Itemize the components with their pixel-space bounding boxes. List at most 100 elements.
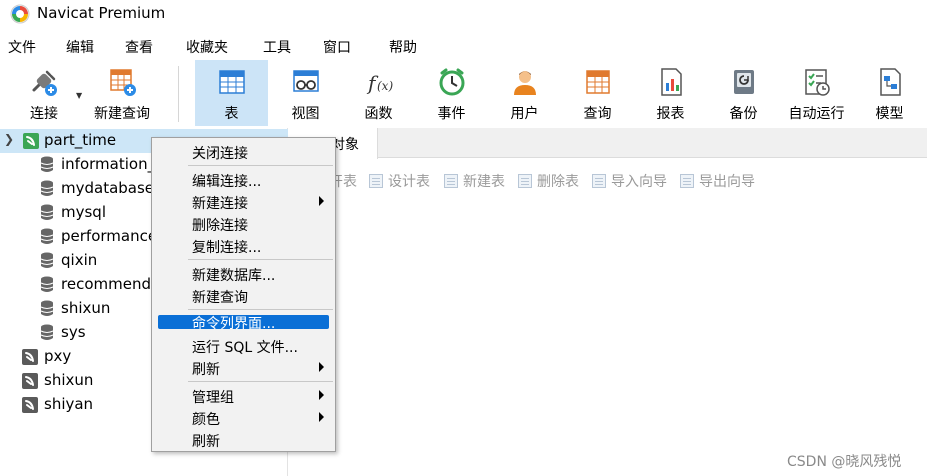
- schedule-label: 自动运行: [788, 106, 845, 122]
- connect-button[interactable]: 连接: [4, 60, 84, 126]
- menu-separator: [188, 259, 333, 260]
- report-button[interactable]: 报表: [634, 60, 707, 126]
- navicat-logo-icon: [10, 4, 30, 24]
- design-table-icon: [369, 174, 383, 188]
- database-icon: [40, 204, 54, 220]
- menu-copy-connection[interactable]: 复制连接...: [152, 235, 335, 257]
- database-name: information_: [61, 155, 156, 173]
- plug-icon: [32, 70, 57, 96]
- submenu-arrow-icon: [319, 362, 324, 372]
- new-table-button[interactable]: 新建表: [444, 171, 505, 191]
- export-wizard-button[interactable]: 导出向导: [680, 171, 755, 191]
- menu-tools[interactable]: 工具: [263, 37, 291, 57]
- database-name: mysql: [61, 203, 106, 221]
- menu-refresh-sub[interactable]: 刷新: [152, 357, 335, 379]
- query-button[interactable]: 查询: [561, 60, 634, 126]
- query-label: 查询: [583, 106, 612, 122]
- database-icon: [40, 228, 54, 244]
- database-icon: [40, 324, 54, 340]
- database-name: sys: [61, 323, 86, 341]
- chevron-down-icon[interactable]: ❯: [4, 132, 14, 146]
- connection-icon: [22, 373, 38, 389]
- menu-window[interactable]: 窗口: [323, 37, 351, 57]
- menu-favorites[interactable]: 收藏夹: [186, 37, 228, 57]
- window-title: Navicat Premium: [37, 4, 166, 22]
- table-button[interactable]: 表: [195, 60, 268, 126]
- view-button[interactable]: 视图: [269, 60, 342, 126]
- database-icon: [40, 276, 54, 292]
- database-icon: [40, 252, 54, 268]
- menu-new-query[interactable]: 新建查询: [152, 285, 335, 307]
- model-button[interactable]: 模型: [853, 60, 926, 126]
- menu-help[interactable]: 帮助: [389, 37, 417, 57]
- object-toolbar: 开表 设计表 新建表 删除表 导入向导 导出向导: [289, 166, 927, 194]
- event-button[interactable]: 事件: [415, 60, 488, 126]
- connection-icon: [22, 397, 38, 413]
- export-icon: [680, 174, 694, 188]
- menu-refresh[interactable]: 刷新: [152, 429, 335, 451]
- table-label: 表: [224, 106, 239, 122]
- database-name: recommend: [61, 275, 151, 293]
- submenu-arrow-icon: [319, 390, 324, 400]
- svg-text:(x): (x): [377, 79, 393, 93]
- model-label: 模型: [875, 106, 904, 122]
- database-name: performance: [61, 227, 158, 245]
- menu-command-line[interactable]: 命令列界面...: [152, 313, 335, 335]
- connection-icon: [22, 349, 38, 365]
- menu-edit[interactable]: 编辑: [66, 37, 94, 57]
- menu-file[interactable]: 文件: [8, 37, 36, 57]
- submenu-arrow-icon: [319, 412, 324, 422]
- schedule-icon: [804, 69, 830, 96]
- design-table-button[interactable]: 设计表: [369, 171, 430, 191]
- import-wizard-button[interactable]: 导入向导: [592, 171, 667, 191]
- function-button[interactable]: f (x) 函数: [342, 60, 415, 126]
- connect-dropdown-caret[interactable]: ▼: [76, 91, 82, 100]
- tab-strip: [289, 128, 927, 158]
- menu-separator: [188, 309, 333, 310]
- menu-view[interactable]: 查看: [125, 37, 153, 57]
- title-bar: Navicat Premium: [0, 0, 927, 30]
- schedule-button[interactable]: 自动运行: [780, 60, 853, 126]
- database-name: qixin: [61, 251, 98, 269]
- menu-delete-connection[interactable]: 删除连接: [152, 213, 335, 235]
- delete-table-icon: [518, 174, 532, 188]
- database-icon: [40, 300, 54, 316]
- clock-icon: [439, 68, 464, 96]
- new-query-button[interactable]: 新建查询: [88, 60, 156, 126]
- menu-new-connection[interactable]: 新建连接: [152, 191, 335, 213]
- user-label: 用户: [510, 106, 539, 122]
- menu-manage-group[interactable]: 管理组: [152, 385, 335, 407]
- context-menu: 关闭连接 编辑连接... 新建连接 删除连接 复制连接... 新建数据库... …: [151, 137, 336, 452]
- database-icon: [40, 180, 54, 196]
- new-query-label: 新建查询: [94, 106, 150, 122]
- user-icon: [513, 71, 536, 95]
- menu-color[interactable]: 颜色: [152, 407, 335, 429]
- report-label: 报表: [656, 106, 685, 122]
- query-icon: [585, 70, 610, 94]
- user-button[interactable]: 用户: [488, 60, 561, 126]
- view-icon: [292, 70, 319, 92]
- function-icon: f (x): [366, 71, 393, 95]
- report-icon: [660, 68, 682, 96]
- menu-bar: 文件 编辑 查看 收藏夹 工具 窗口 帮助: [0, 33, 927, 59]
- view-label: 视图: [291, 106, 320, 122]
- menu-run-sql-file[interactable]: 运行 SQL 文件...: [152, 335, 335, 357]
- function-label: 函数: [364, 106, 393, 122]
- backup-button[interactable]: 备份: [707, 60, 780, 126]
- connection-name: part_time: [44, 131, 117, 149]
- backup-label: 备份: [729, 106, 758, 122]
- connection-name: shixun: [44, 371, 94, 389]
- model-icon: [879, 68, 901, 96]
- database-icon: [40, 156, 54, 172]
- menu-new-database[interactable]: 新建数据库...: [152, 263, 335, 285]
- submenu-arrow-icon: [319, 196, 324, 206]
- menu-close-connection[interactable]: 关闭连接: [152, 141, 335, 163]
- delete-table-button[interactable]: 删除表: [518, 171, 579, 191]
- watermark: CSDN @晓风残悦: [787, 454, 902, 470]
- main-toolbar: 连接 ▼ 新建查询 表 视图 f (x) 函数 事件 用户 查询 报表 备份 自…: [0, 60, 927, 128]
- new-query-icon: [110, 69, 136, 96]
- table-icon: [218, 70, 245, 94]
- menu-edit-connection[interactable]: 编辑连接...: [152, 169, 335, 191]
- backup-icon: [733, 70, 754, 94]
- connection-name: pxy: [44, 347, 72, 365]
